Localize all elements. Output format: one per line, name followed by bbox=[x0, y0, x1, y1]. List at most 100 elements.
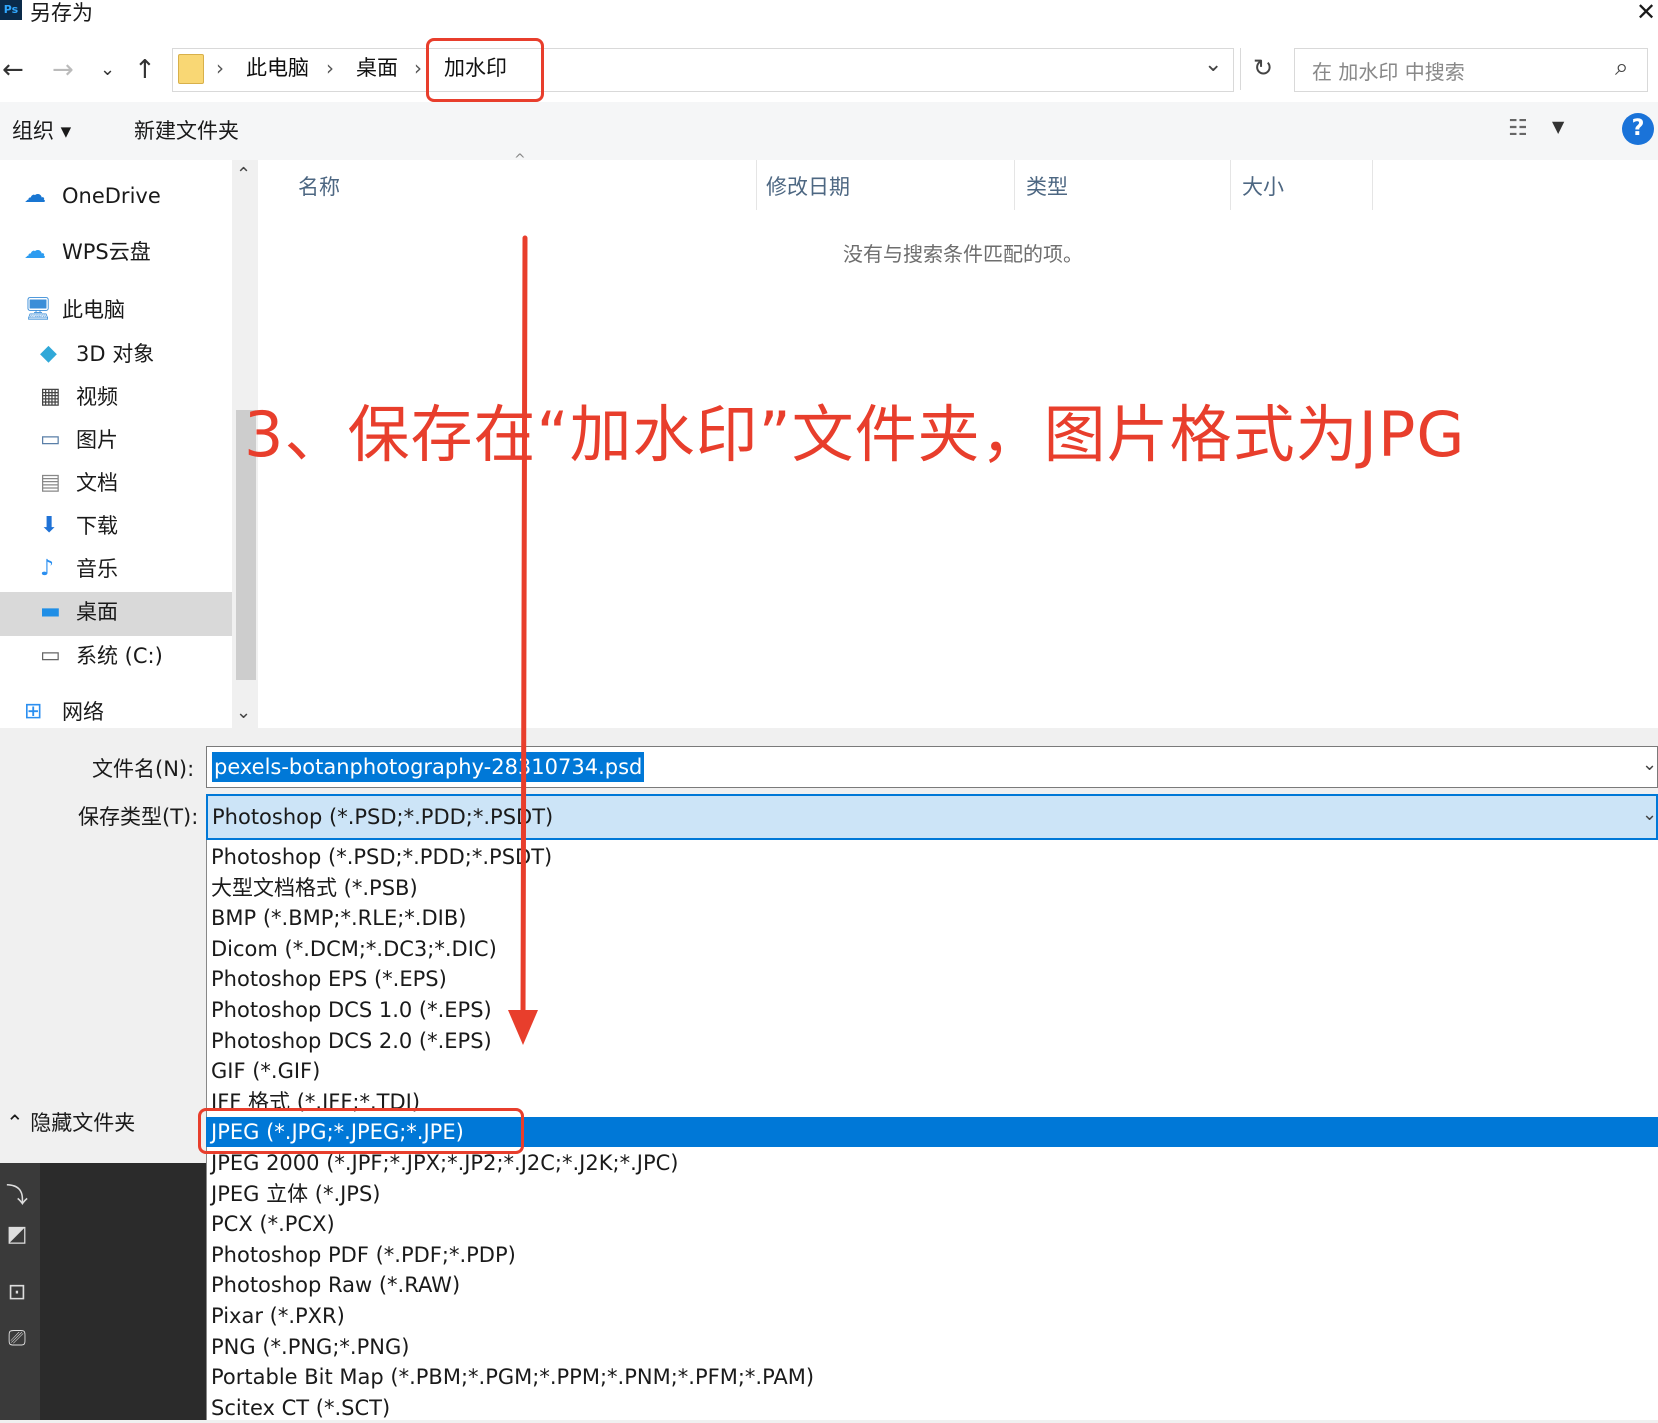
filetype-option[interactable]: PCX (*.PCX) bbox=[206, 1209, 1658, 1239]
column-header-modified[interactable]: 修改日期 bbox=[766, 172, 850, 202]
filetype-option[interactable]: PNG (*.PNG;*.PNG) bbox=[206, 1332, 1658, 1362]
recent-locations-button[interactable]: ⌄ bbox=[100, 55, 115, 85]
sidebar-item[interactable]: ⬇ 下载 bbox=[0, 506, 232, 546]
filetype-dropdown-button[interactable]: ⌄ bbox=[1642, 804, 1657, 825]
sidebar-item-label: 下载 bbox=[76, 514, 118, 538]
column-divider[interactable] bbox=[1230, 160, 1231, 210]
sidebar-item-label: 网络 bbox=[62, 700, 104, 724]
organize-menu[interactable]: 组织 ▾ bbox=[12, 116, 71, 146]
window-title: 另存为 bbox=[30, 1, 93, 25]
sidebar-item-label: 3D 对象 bbox=[76, 342, 155, 366]
breadcrumb-this-pc[interactable]: 此电脑 bbox=[246, 53, 309, 83]
annotation-highlight-folder bbox=[426, 38, 544, 102]
breadcrumb-separator: › bbox=[216, 56, 224, 80]
filetype-option[interactable]: Photoshop DCS 1.0 (*.EPS) bbox=[206, 995, 1658, 1025]
drive-icon: ▭ bbox=[40, 643, 61, 668]
column-header-size[interactable]: 大小 bbox=[1242, 172, 1284, 202]
breadcrumb-desktop[interactable]: 桌面 bbox=[356, 53, 398, 83]
filename-label: 文件名(N): bbox=[92, 757, 195, 781]
sidebar-item[interactable]: ☁ OneDrive bbox=[0, 176, 232, 216]
title-bar bbox=[0, 0, 1658, 30]
column-header-type[interactable]: 类型 bbox=[1026, 172, 1068, 202]
hide-folders-toggle[interactable]: ⌃ 隐藏文件夹 bbox=[6, 1108, 135, 1138]
music-icon: ♪ bbox=[40, 556, 55, 581]
column-divider[interactable] bbox=[1014, 160, 1015, 210]
sidebar-item-label: WPS云盘 bbox=[62, 240, 151, 264]
filename-value[interactable]: pexels-botanphotography-28310734.psd bbox=[212, 752, 645, 782]
folder-icon bbox=[178, 54, 204, 84]
column-header-name[interactable]: 名称 bbox=[298, 172, 340, 202]
filetype-option[interactable]: Scitex CT (*.SCT) bbox=[206, 1393, 1658, 1423]
computer-icon: 🖥 bbox=[24, 297, 52, 322]
command-toolbar bbox=[0, 102, 1658, 160]
empty-folder-message: 没有与搜索条件匹配的项。 bbox=[843, 242, 1083, 266]
filetype-option[interactable]: Photoshop PDF (*.PDF;*.PDP) bbox=[206, 1240, 1658, 1270]
annotation-highlight-jpeg bbox=[198, 1108, 524, 1154]
up-button[interactable]: ↑ bbox=[134, 55, 156, 85]
filetype-label: 保存类型(T): bbox=[78, 805, 199, 829]
sidebar-item-label: 图片 bbox=[76, 428, 118, 452]
address-dropdown-button[interactable]: ⌄ bbox=[1204, 52, 1222, 77]
column-divider[interactable] bbox=[756, 160, 757, 210]
sidebar-item-label: 文档 bbox=[76, 471, 118, 495]
sidebar-item[interactable]: ▭ 系统 (C:) bbox=[0, 636, 232, 676]
new-folder-button[interactable]: 新建文件夹 bbox=[134, 116, 239, 146]
help-button[interactable]: ? bbox=[1622, 113, 1654, 145]
back-button[interactable]: ← bbox=[2, 55, 24, 85]
filetype-option[interactable]: GIF (*.GIF) bbox=[206, 1056, 1658, 1086]
sidebar-item[interactable]: ▦ 视频 bbox=[0, 377, 232, 417]
sidebar-item[interactable]: 🖥 此电脑 bbox=[0, 290, 232, 330]
sidebar-item[interactable]: ▤ 文档 bbox=[0, 463, 232, 503]
sidebar-item-label: OneDrive bbox=[62, 184, 161, 208]
column-divider[interactable] bbox=[1372, 160, 1373, 210]
view-dropdown-icon[interactable]: ▼ bbox=[1552, 117, 1564, 136]
sidebar-item-label: 系统 (C:) bbox=[76, 644, 163, 668]
document-icon: ▤ bbox=[40, 470, 61, 495]
color-swatch-icon[interactable]: ◩ bbox=[2, 1222, 32, 1252]
filename-dropdown-button[interactable]: ⌄ bbox=[1642, 754, 1657, 775]
filetype-option[interactable]: Photoshop Raw (*.RAW) bbox=[206, 1270, 1658, 1300]
photoshop-icon: Ps bbox=[0, 0, 22, 20]
search-placeholder: 在 加水印 中搜索 bbox=[1312, 60, 1465, 84]
sidebar-item-label: 视频 bbox=[76, 385, 118, 409]
filetype-value[interactable]: Photoshop (*.PSD;*.PDD;*.PSDT) bbox=[212, 802, 553, 832]
filetype-option[interactable]: Portable Bit Map (*.PBM;*.PGM;*.PPM;*.PN… bbox=[206, 1362, 1658, 1392]
sidebar-item-label: 此电脑 bbox=[62, 298, 125, 322]
filetype-option[interactable]: Photoshop DCS 2.0 (*.EPS) bbox=[206, 1026, 1658, 1056]
sidebar-item-label: 音乐 bbox=[76, 557, 118, 581]
cube-icon: ◆ bbox=[40, 341, 57, 366]
forward-button[interactable]: → bbox=[52, 55, 74, 85]
filetype-option[interactable]: BMP (*.BMP;*.RLE;*.DIB) bbox=[206, 903, 1658, 933]
nav-scroll-down-button[interactable]: ⌄ bbox=[236, 702, 251, 723]
sidebar-item[interactable]: ◆ 3D 对象 bbox=[0, 334, 232, 374]
film-icon: ▦ bbox=[40, 384, 61, 409]
sort-indicator-icon: ^ bbox=[514, 152, 526, 168]
network-icon: ⊞ bbox=[24, 699, 43, 724]
close-button[interactable]: ✕ bbox=[1634, 0, 1658, 26]
sidebar-item[interactable]: ▭ 图片 bbox=[0, 420, 232, 460]
breadcrumb-separator: › bbox=[326, 56, 334, 80]
nav-scroll-up-button[interactable]: ⌃ bbox=[236, 164, 251, 185]
filetype-option[interactable]: JPEG 立体 (*.JPS) bbox=[206, 1179, 1658, 1209]
quick-mask-icon[interactable]: ⊡ bbox=[2, 1280, 32, 1310]
search-icon[interactable]: ⌕ bbox=[1615, 53, 1628, 81]
breadcrumb-separator: › bbox=[414, 56, 422, 80]
sidebar-item[interactable]: ☁ WPS云盘 bbox=[0, 232, 232, 272]
sidebar-item[interactable]: ♪ 音乐 bbox=[0, 549, 232, 589]
sidebar-item[interactable]: ⊞ 网络 bbox=[0, 692, 232, 732]
swap-colors-icon[interactable]: ⤵ bbox=[2, 1178, 32, 1209]
refresh-button[interactable]: ↻ bbox=[1240, 48, 1285, 90]
filetype-option[interactable]: Photoshop EPS (*.EPS) bbox=[206, 964, 1658, 994]
filetype-option[interactable]: 大型文档格式 (*.PSB) bbox=[206, 873, 1658, 903]
cloud-icon: ☁ bbox=[24, 183, 46, 208]
picture-icon: ▭ bbox=[40, 427, 61, 452]
annotation-instruction-text: 3、保存在“加水印”文件夹，图片格式为JPG bbox=[244, 398, 1466, 471]
screen-mode-icon[interactable]: ⎚ bbox=[2, 1326, 32, 1356]
desktop-icon: ▬ bbox=[40, 599, 61, 624]
sidebar-item[interactable]: ▬ 桌面 bbox=[0, 592, 232, 632]
filetype-option[interactable]: Photoshop (*.PSD;*.PDD;*.PSDT) bbox=[206, 842, 1658, 872]
filetype-option[interactable]: Dicom (*.DCM;*.DC3;*.DIC) bbox=[206, 934, 1658, 964]
view-options-icon[interactable]: ☷ bbox=[1508, 116, 1528, 141]
sidebar-item-label: 桌面 bbox=[76, 600, 118, 624]
filetype-option[interactable]: Pixar (*.PXR) bbox=[206, 1301, 1658, 1331]
